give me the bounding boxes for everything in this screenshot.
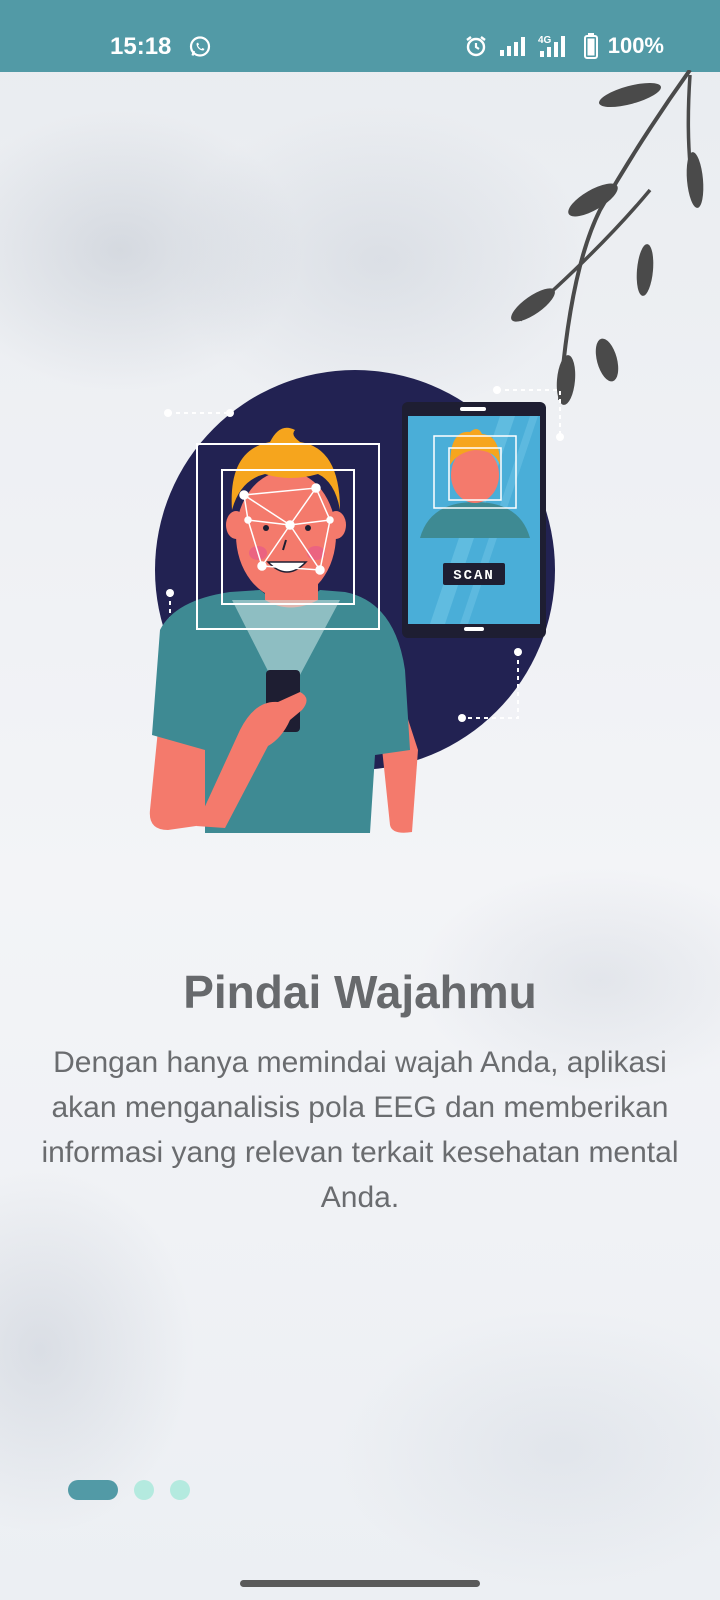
battery-icon <box>583 33 598 59</box>
alarm-icon <box>465 36 486 57</box>
onboarding-title: Pindai Wajahmu <box>183 966 537 1018</box>
signal-icon <box>499 37 525 56</box>
status-bar: 15:18 4G 100% <box>0 0 720 72</box>
network-type-label: 4G <box>538 35 552 46</box>
onboarding-description: Dengan hanya memindai wajah Anda, aplika… <box>41 1046 679 1214</box>
page-dot-3[interactable] <box>170 1480 190 1500</box>
page-dot-2[interactable] <box>134 1480 154 1500</box>
gesture-navigation-bar[interactable] <box>240 1580 480 1587</box>
tablet-device: SCAN <box>402 402 546 638</box>
page-indicator <box>68 1480 190 1500</box>
whatsapp-icon <box>189 36 211 57</box>
status-time: 15:18 <box>110 33 172 60</box>
scan-label: SCAN <box>453 568 495 584</box>
face-scan-illustration: SCAN <box>149 70 704 833</box>
branch-decoration <box>511 70 704 405</box>
battery-percentage: 100% <box>607 33 664 58</box>
page-dot-1-active[interactable] <box>68 1480 118 1500</box>
signal-4g-icon: 4G <box>538 35 565 57</box>
